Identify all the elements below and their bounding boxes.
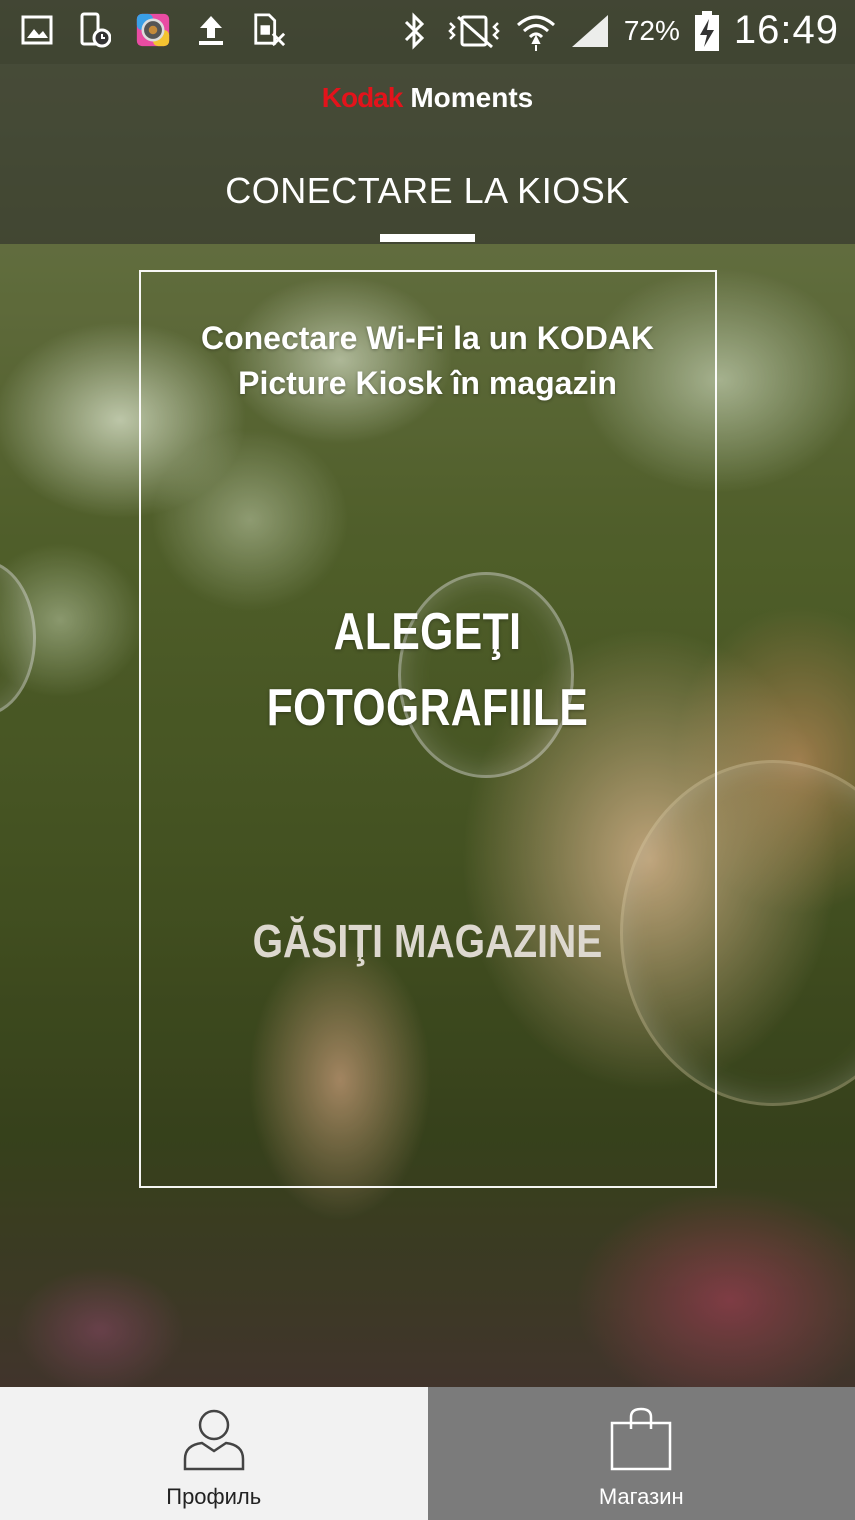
camera-app-icon	[136, 10, 170, 50]
tab-connect-kiosk[interactable]: CONECTARE LA KIOSK	[0, 170, 855, 212]
signal-icon	[570, 11, 610, 51]
clock: 16:49	[733, 8, 839, 52]
kiosk-subtitle: Conectare Wi-Fi la un KODAK Picture Kios…	[200, 320, 655, 401]
sim-off-icon	[252, 10, 286, 50]
vibrate-icon	[446, 11, 502, 51]
status-bar: 72% 16:49	[0, 0, 855, 64]
user-icon	[182, 1405, 246, 1473]
gallery-icon	[20, 10, 54, 50]
find-stores-button[interactable]: GĂSIŢI MAGAZINE	[192, 914, 664, 968]
tab-active-indicator	[380, 234, 475, 242]
bottom-nav: Профиль Магазин	[0, 1387, 855, 1520]
battery-charging-icon	[694, 10, 720, 51]
nav-profile[interactable]: Профиль	[0, 1387, 428, 1520]
logo-sub: Moments	[410, 82, 534, 113]
kodak-moments-logo: Kodak Moments	[0, 82, 855, 114]
battery-percent: 72%	[623, 14, 680, 46]
logo-brand: Kodak	[321, 82, 404, 113]
nav-store[interactable]: Магазин	[427, 1387, 855, 1520]
nav-store-label: Магазин	[598, 1484, 684, 1509]
upload-icon	[194, 10, 228, 50]
phone-clock-icon	[78, 10, 112, 50]
choose-photos-button[interactable]: ALEGEŢI FOTOGRAFIILE	[200, 594, 655, 746]
shopping-bag-icon	[609, 1405, 673, 1473]
app-header: Kodak Moments CONECTARE LA KIOSK	[0, 64, 855, 244]
wifi-icon	[516, 11, 556, 51]
nav-profile-label: Профиль	[166, 1484, 262, 1509]
bluetooth-icon	[398, 11, 432, 51]
